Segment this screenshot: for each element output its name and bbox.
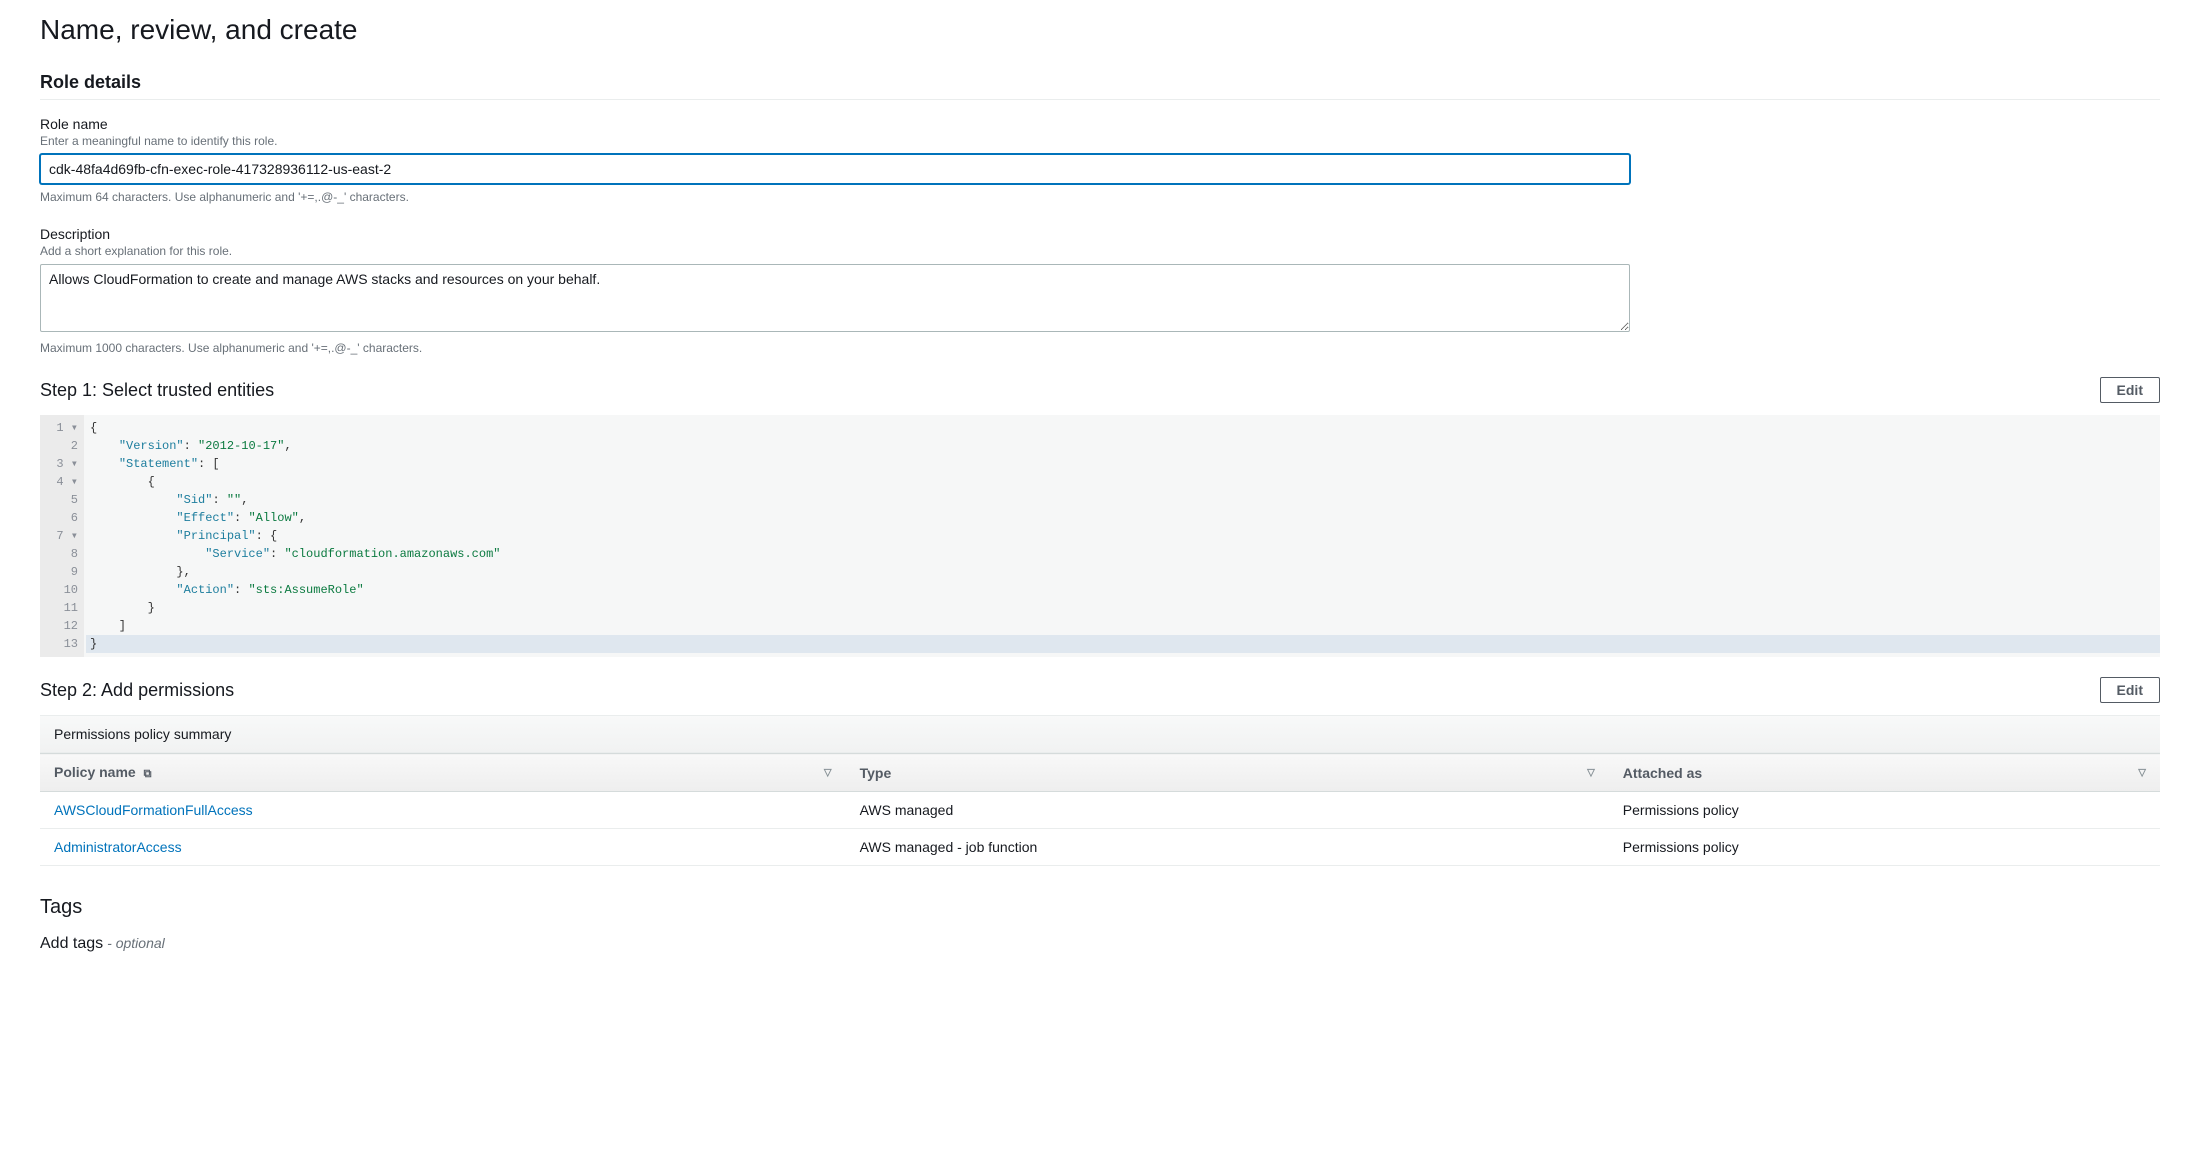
sort-icon[interactable]: ▽ <box>1587 767 1595 778</box>
role-name-subhint: Maximum 64 characters. Use alphanumeric … <box>40 190 2160 204</box>
col-policy-name[interactable]: Policy name ⧉ ▽ <box>40 754 846 792</box>
policy-attached-as: Permissions policy <box>1609 829 2160 866</box>
policy-type: AWS managed <box>846 792 1609 829</box>
permissions-summary-label: Permissions policy summary <box>40 715 2160 753</box>
table-row: AWSCloudFormationFullAccess AWS managed … <box>40 792 2160 829</box>
col-attached-as[interactable]: Attached as ▽ <box>1609 754 2160 792</box>
step1-edit-button[interactable]: Edit <box>2100 377 2160 403</box>
description-hint: Add a short explanation for this role. <box>40 244 2160 258</box>
tags-heading: Tags <box>40 896 2160 919</box>
code-body: { "Version": "2012-10-17", "Statement": … <box>84 415 2160 657</box>
policy-link[interactable]: AdministratorAccess <box>54 839 182 855</box>
table-row: AdministratorAccess AWS managed - job fu… <box>40 829 2160 866</box>
sort-icon[interactable]: ▽ <box>824 767 832 778</box>
step1-label: Step 1: Select trusted entities <box>40 380 274 401</box>
external-link-icon: ⧉ <box>144 768 152 780</box>
page-title: Name, review, and create <box>40 0 2160 72</box>
description-input[interactable] <box>40 264 1630 332</box>
add-tags-label: Add tags- optional <box>40 935 2160 953</box>
policy-attached-as: Permissions policy <box>1609 792 2160 829</box>
policy-link[interactable]: AWSCloudFormationFullAccess <box>54 802 253 818</box>
step2-label: Step 2: Add permissions <box>40 680 234 701</box>
step2-section: Step 2: Add permissions Edit Permissions… <box>40 677 2160 866</box>
permissions-table: Policy name ⧉ ▽ Type ▽ Attached as ▽ AWS… <box>40 753 2160 866</box>
role-details-heading: Role details <box>40 72 2160 99</box>
step1-section: Step 1: Select trusted entities Edit 1 ▾… <box>40 377 2160 657</box>
role-details-section: Role details Role name Enter a meaningfu… <box>40 72 2160 355</box>
divider <box>40 99 2160 100</box>
role-name-input[interactable] <box>40 154 1630 184</box>
description-label: Description <box>40 226 2160 242</box>
col-type[interactable]: Type ▽ <box>846 754 1609 792</box>
role-name-field: Role name Enter a meaningful name to ide… <box>40 116 2160 204</box>
code-gutter: 1 ▾ 2 3 ▾ 4 ▾ 5 6 7 ▾ 8 9 10 11 12 13 <box>40 415 84 657</box>
description-field: Description Add a short explanation for … <box>40 226 2160 355</box>
tags-section: Tags Add tags- optional <box>40 896 2160 953</box>
description-subhint: Maximum 1000 characters. Use alphanumeri… <box>40 341 2160 355</box>
step2-edit-button[interactable]: Edit <box>2100 677 2160 703</box>
role-name-hint: Enter a meaningful name to identify this… <box>40 134 2160 148</box>
role-name-label: Role name <box>40 116 2160 132</box>
policy-type: AWS managed - job function <box>846 829 1609 866</box>
trust-policy-editor[interactable]: 1 ▾ 2 3 ▾ 4 ▾ 5 6 7 ▾ 8 9 10 11 12 13 { … <box>40 415 2160 657</box>
sort-icon[interactable]: ▽ <box>2138 767 2146 778</box>
